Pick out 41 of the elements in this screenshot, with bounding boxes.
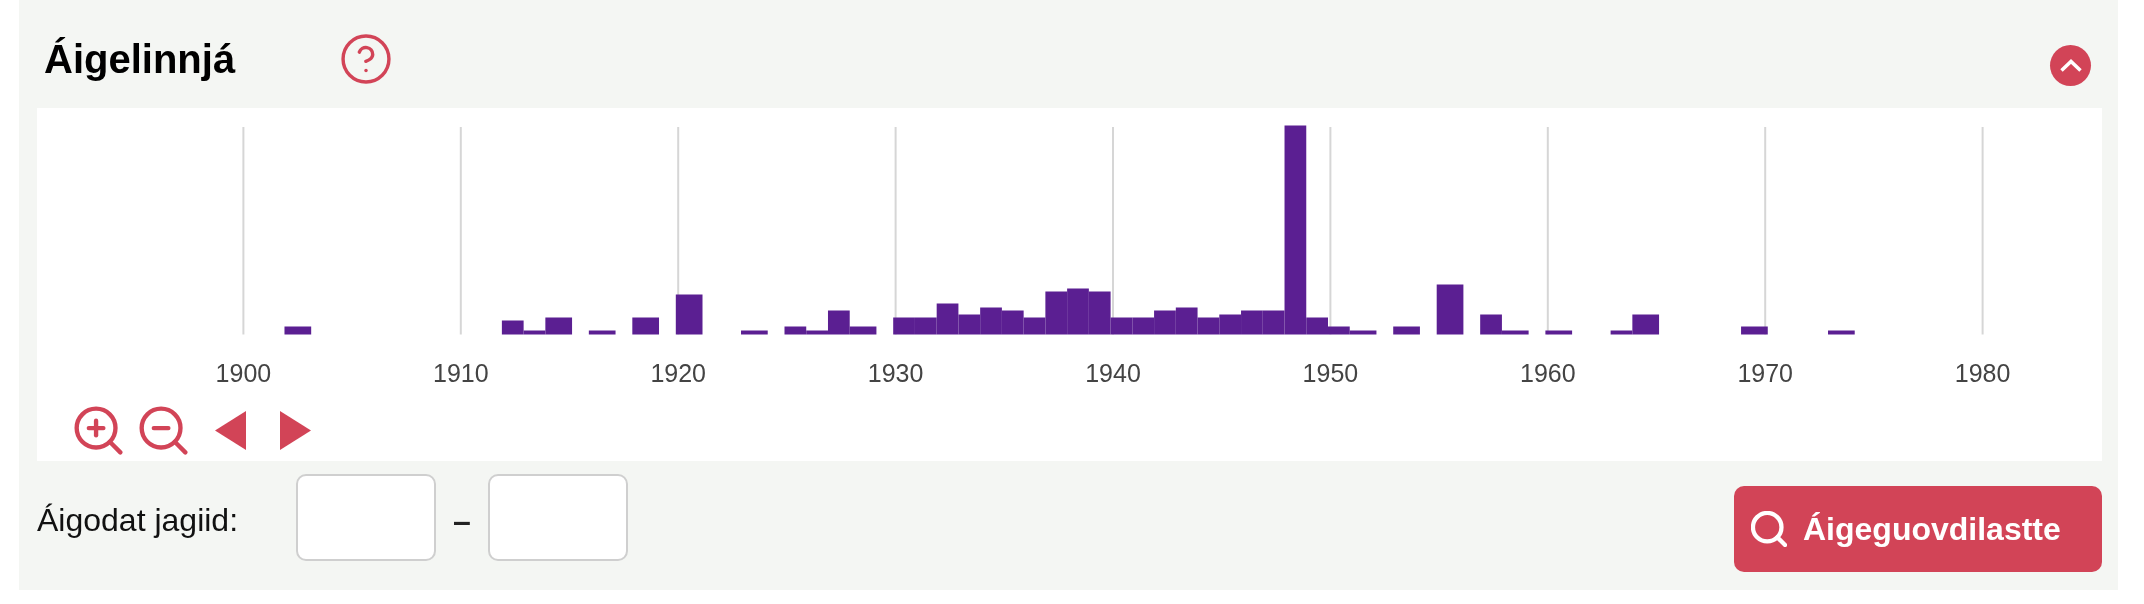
histogram-bar	[675, 294, 703, 335]
collapse-button[interactable]	[2050, 44, 2091, 86]
input-field[interactable]	[488, 474, 628, 561]
histogram-bar	[1828, 330, 1855, 335]
help-icon[interactable]	[341, 34, 392, 84]
histogram-bar	[980, 307, 1002, 335]
axis-label: 1940	[1085, 359, 1141, 387]
range-separator: –	[453, 502, 471, 541]
histogram-bar	[1219, 314, 1242, 335]
histogram-bar	[588, 330, 616, 335]
histogram-bar	[1067, 288, 1089, 335]
triangle-right-icon[interactable]	[280, 410, 311, 450]
axis-label: 1980	[1954, 359, 2011, 387]
histogram-bar	[1436, 284, 1464, 335]
axis-label: 1950	[1302, 359, 1359, 387]
histogram-bar	[893, 317, 915, 335]
triangle-left-icon[interactable]	[215, 410, 246, 450]
histogram-bar	[284, 326, 312, 335]
histogram-bar	[632, 317, 659, 335]
axis-label: 1960	[1520, 359, 1576, 387]
zoom-in-icon[interactable]	[74, 405, 123, 455]
chevron-up-icon	[2059, 58, 2082, 72]
search-button[interactable]: Áigeguovdilastte	[1734, 486, 2102, 572]
histogram-bar	[1241, 310, 1263, 335]
histogram-bar	[1154, 310, 1176, 335]
axis-label: 1920	[650, 359, 706, 387]
axis-label: 1970	[1737, 359, 1793, 387]
input-field[interactable]	[296, 474, 436, 561]
histogram-bar	[1741, 326, 1768, 335]
histogram-bar	[1132, 317, 1155, 335]
histogram-bar	[741, 330, 768, 335]
zoom-out-icon[interactable]	[139, 405, 188, 455]
histogram-bar	[1545, 330, 1573, 335]
histogram-bar	[1393, 326, 1420, 335]
axis-label: 1930	[867, 359, 924, 387]
section-title: Áigelinnjá	[43, 36, 236, 83]
search-icon	[1751, 511, 1787, 547]
axis-label: 1900	[215, 359, 272, 387]
date-range-label: Áigodat jagiid:	[37, 502, 239, 538]
histogram-bar	[1001, 310, 1024, 335]
axis-label: 1910	[433, 359, 489, 387]
